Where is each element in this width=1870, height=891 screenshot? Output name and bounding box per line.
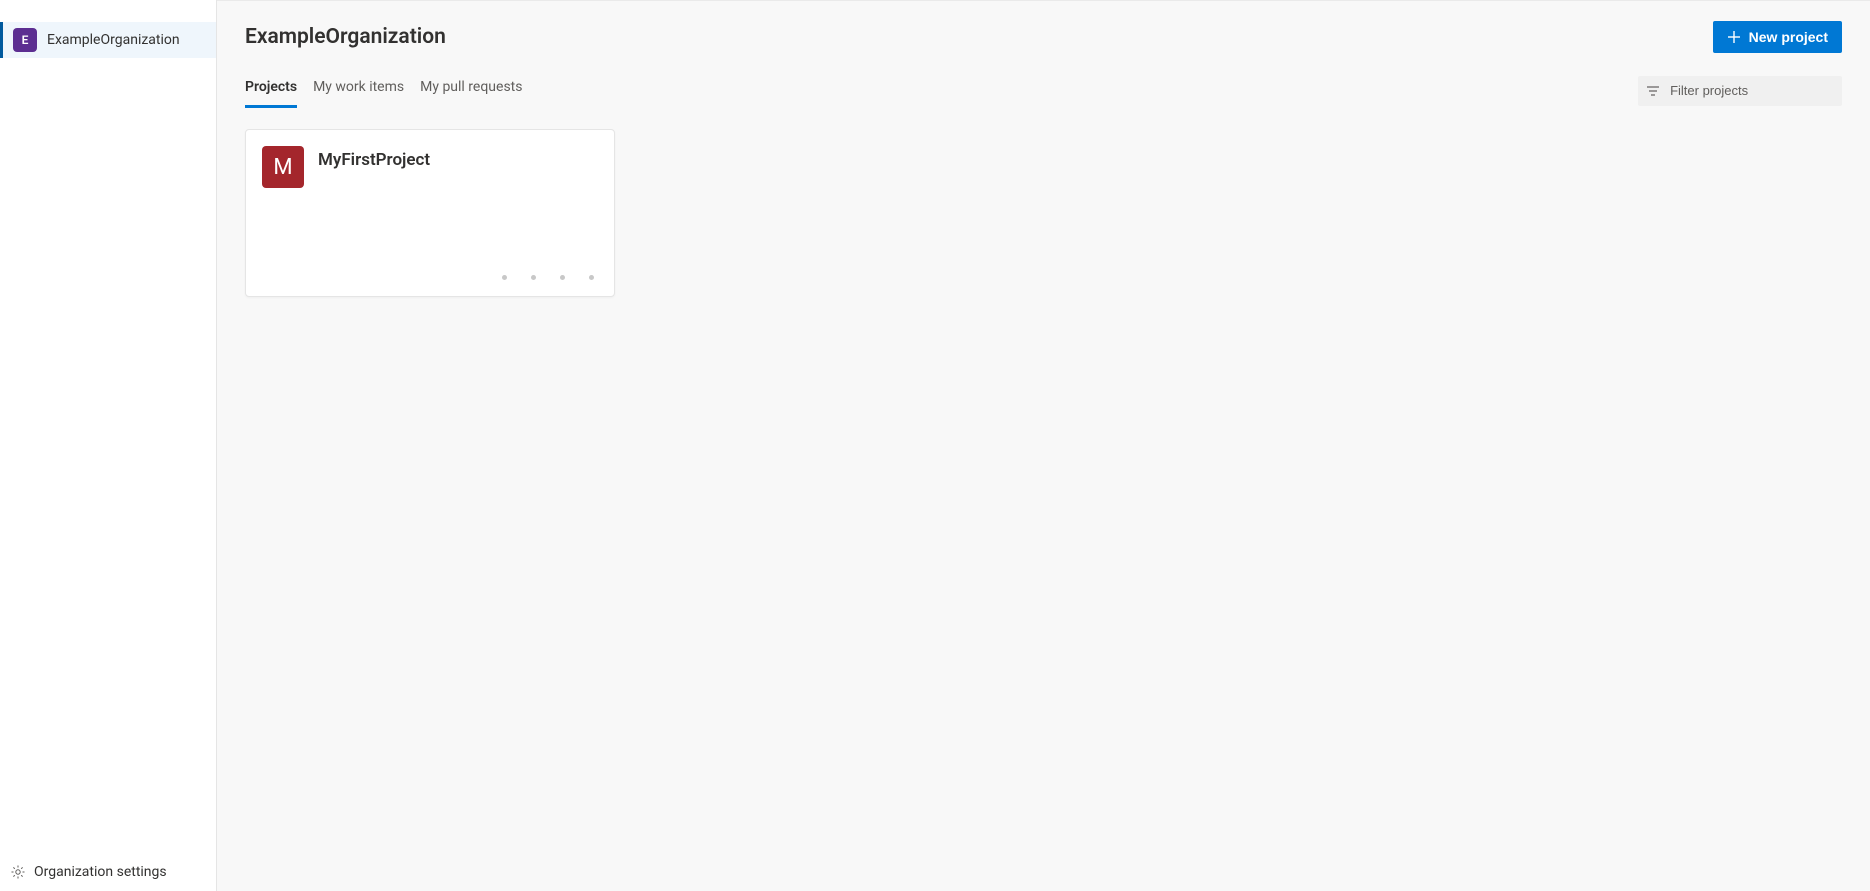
main-content: ExampleOrganization New project Projects… (217, 0, 1870, 891)
filter-projects-input[interactable] (1668, 82, 1834, 99)
tabs: Projects My work items My pull requests (245, 73, 522, 108)
projects-grid: M MyFirstProject (245, 129, 1842, 297)
plus-icon (1727, 30, 1741, 44)
filter-icon (1646, 83, 1660, 99)
new-project-label: New project (1749, 29, 1828, 45)
sidebar-item-organization[interactable]: E ExampleOrganization (0, 22, 216, 58)
app-root: E ExampleOrganization Organization setti… (0, 0, 1870, 891)
sidebar-item-label: ExampleOrganization (47, 32, 180, 48)
service-dot-icon (531, 275, 536, 280)
tab-projects[interactable]: Projects (245, 73, 297, 108)
project-name: MyFirstProject (318, 150, 430, 170)
project-card[interactable]: M MyFirstProject (245, 129, 615, 297)
sidebar: E ExampleOrganization Organization setti… (0, 0, 217, 891)
tab-my-pull-requests[interactable]: My pull requests (420, 73, 522, 108)
project-avatar: M (262, 146, 304, 188)
tab-my-work-items[interactable]: My work items (313, 73, 404, 108)
org-avatar: E (13, 28, 37, 52)
tabs-row: Projects My work items My pull requests (245, 73, 1842, 109)
new-project-button[interactable]: New project (1713, 21, 1842, 53)
header-row: ExampleOrganization New project (245, 21, 1842, 53)
sidebar-spacer (0, 58, 216, 851)
service-dot-icon (589, 275, 594, 280)
project-card-footer (262, 275, 598, 280)
sidebar-top: E ExampleOrganization (0, 0, 216, 58)
service-dot-icon (560, 275, 565, 280)
organization-settings-label: Organization settings (34, 864, 167, 880)
main-inner: ExampleOrganization New project Projects… (217, 1, 1870, 297)
page-title: ExampleOrganization (245, 25, 446, 49)
service-dot-icon (502, 275, 507, 280)
organization-settings-link[interactable]: Organization settings (0, 851, 216, 891)
filter-projects-box[interactable] (1638, 76, 1842, 106)
card-spacer (262, 188, 598, 275)
project-card-head: M MyFirstProject (262, 146, 598, 188)
gear-icon (10, 864, 26, 880)
